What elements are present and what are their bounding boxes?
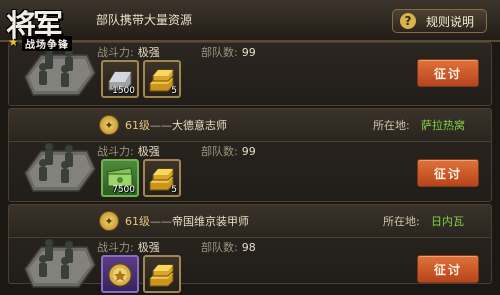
unit-name: 大德意志师	[172, 119, 227, 132]
location-label: 所在地:	[383, 215, 420, 228]
troops-stat: 部队数: 99	[201, 145, 256, 158]
rank-badge-icon: ✦	[99, 211, 119, 231]
reward-item[interactable]	[143, 255, 181, 293]
reward-item[interactable]: 5	[143, 60, 181, 98]
attack-button[interactable]: 征讨	[417, 59, 479, 87]
unit-level: 61级	[125, 215, 150, 228]
enemy-card: ✦ 61级——大德意志师 所在地: 萨拉热窝 战斗力: 极强 部队数: 99 7…	[8, 108, 492, 202]
reward-count: 1500	[112, 86, 135, 96]
enemy-card: ✦ 61级——帝国维京装甲师 所在地: 日内瓦 战斗力:极强 部队数:98	[8, 204, 492, 293]
attack-button[interactable]: 征讨	[417, 159, 479, 187]
army-squad-image	[21, 229, 97, 291]
location-value: 萨拉热窝	[421, 119, 465, 132]
power-stat: 战斗力: 极强	[97, 145, 160, 158]
location-label: 所在地:	[373, 119, 410, 132]
question-icon: ?	[400, 13, 416, 29]
army-squad-image	[21, 133, 97, 195]
attack-button[interactable]: 征讨	[417, 255, 479, 283]
rank-badge-icon: ✦	[99, 115, 119, 135]
location-value: 日内瓦	[431, 215, 464, 228]
star-icon: ★	[8, 35, 19, 49]
game-logo: 将军 ★ 战场争锋	[2, 1, 112, 53]
reward-item[interactable]: 5	[143, 159, 181, 197]
reward-count: 5	[171, 86, 177, 96]
reward-item[interactable]: 7500	[101, 159, 139, 197]
unit-name: 帝国维京装甲师	[172, 215, 249, 228]
unit-name-line: 61级——大德意志师	[125, 119, 227, 132]
power-stat: 战斗力: 极强	[97, 241, 160, 254]
rules-label: 规则说明	[426, 14, 475, 29]
troops-stat: 部队数: 98	[201, 241, 256, 254]
logo-subtitle: 战场争锋	[22, 36, 72, 51]
rules-button[interactable]: ? 规则说明	[392, 9, 487, 33]
reward-item[interactable]	[101, 255, 139, 293]
reward-item[interactable]: 1500	[101, 60, 139, 98]
medal-icon	[108, 263, 132, 287]
gold-ingot-icon	[149, 264, 174, 287]
troops-stat: 部队数: 99	[201, 46, 256, 59]
reward-count: 7500	[112, 185, 135, 195]
unit-level: 61级	[125, 119, 150, 132]
reward-count: 5	[171, 185, 177, 195]
unit-name-line: 61级——帝国维京装甲师	[125, 215, 249, 228]
